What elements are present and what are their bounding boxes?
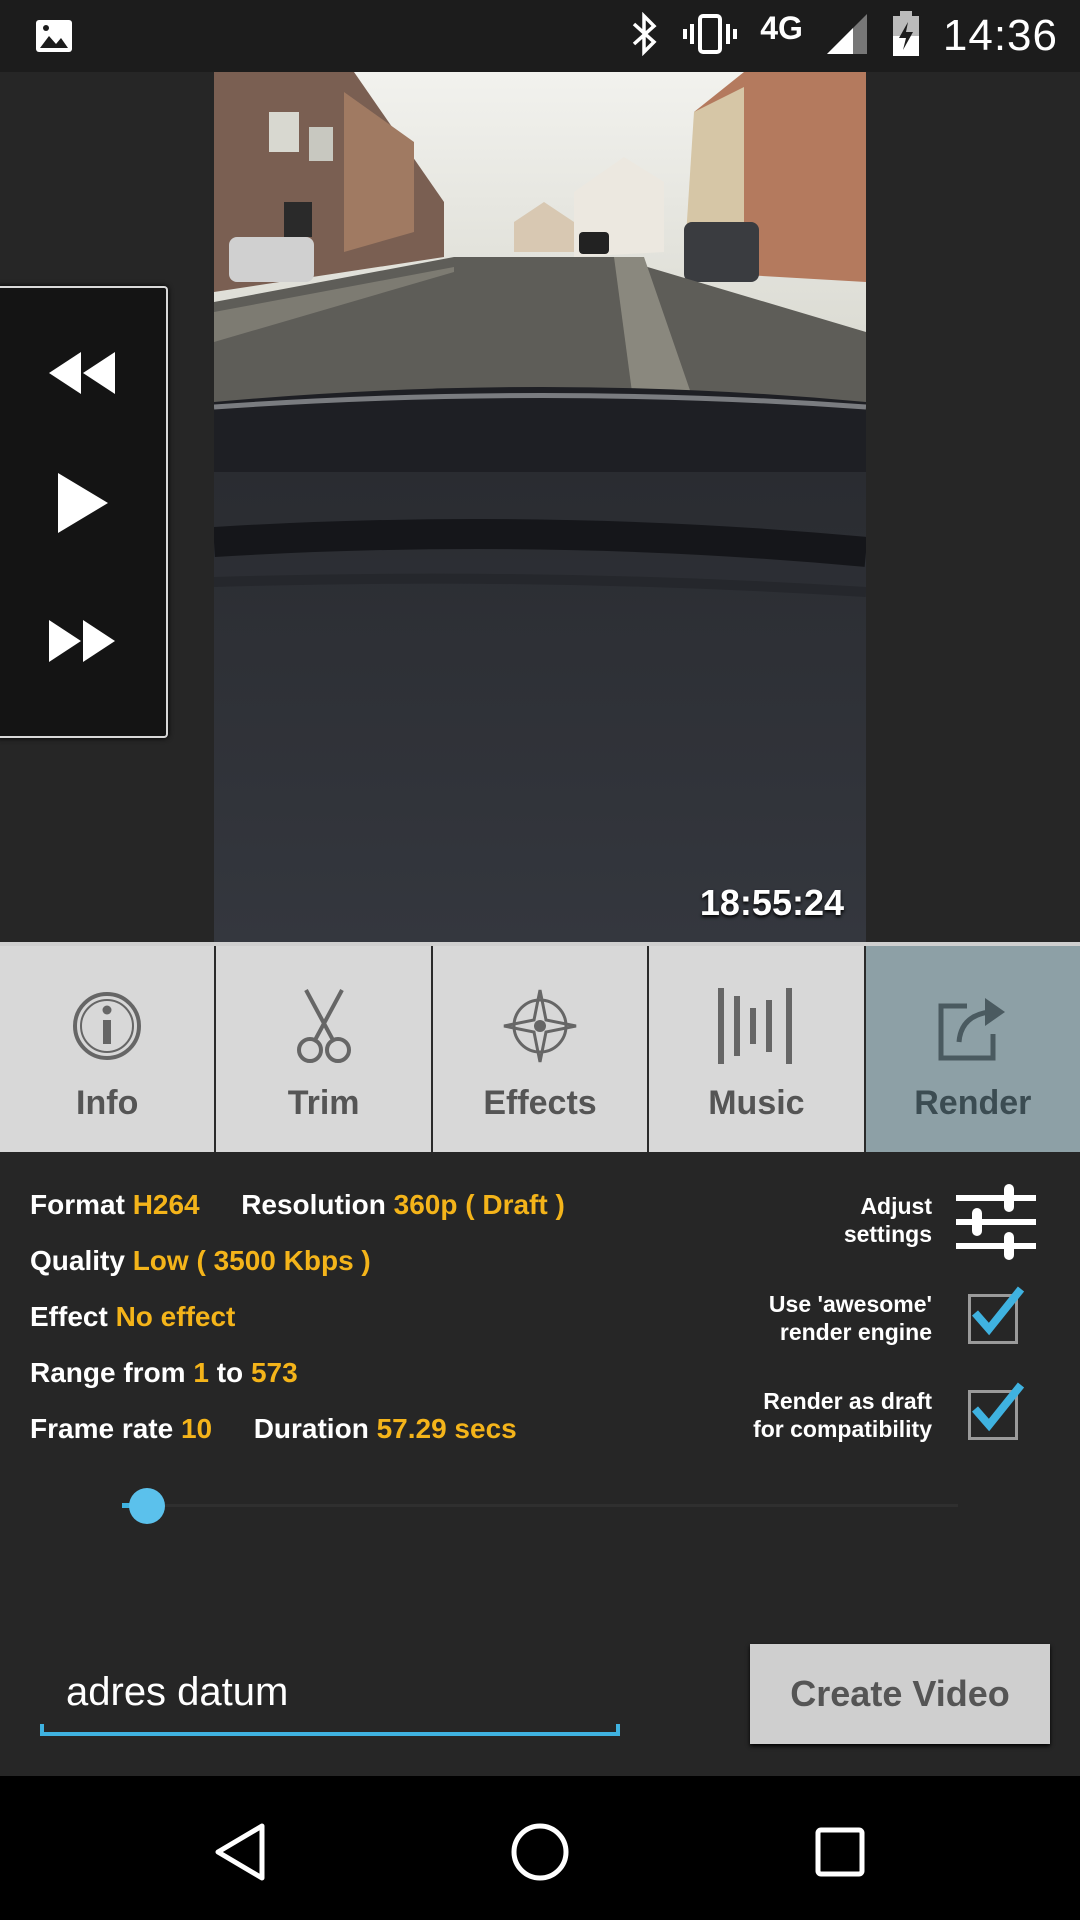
framerate-value: 10 [180,1413,213,1444]
tab-effects[interactable]: Effects [432,946,648,1152]
signal-icon [825,12,869,61]
sliders-icon [956,1184,1036,1260]
info-row-framerate: Frame rate 10 Duration 57.29 secs [30,1406,565,1462]
awesome-engine-checkbox[interactable] [968,1286,1025,1344]
tab-info[interactable]: Info [0,946,215,1152]
create-video-button[interactable]: Create Video [750,1644,1050,1744]
checkmark-icon [971,1286,1025,1336]
quality-value: Low ( 3500 Kbps ) [132,1245,371,1276]
tab-label: Music [708,1084,805,1122]
adjust-settings-button[interactable] [956,1182,1036,1260]
navigation-bar [0,1776,1080,1920]
input-underline [40,1724,620,1736]
info-row-range: Range from 1 to 573 [30,1350,565,1406]
seek-thumb[interactable] [129,1488,165,1524]
format-value: H264 [132,1189,200,1220]
effect-value: No effect [115,1301,236,1332]
format-label: Format [30,1189,125,1220]
checkmark-icon [971,1382,1025,1432]
share-icon [933,986,1013,1066]
info-row-format: Format H264 Resolution 360p ( Draft ) [30,1182,565,1238]
play-icon[interactable] [42,468,122,538]
draft-compat-label: Render as draft for compatibility [753,1387,932,1443]
seek-slider[interactable] [122,1488,958,1524]
music-bars-icon [716,986,796,1066]
render-draft-checkbox[interactable] [968,1382,1025,1440]
info-row-quality: Quality Low ( 3500 Kbps ) [30,1238,565,1294]
range-to-label: to [216,1357,244,1388]
duration-label: Duration [253,1413,369,1444]
recents-icon[interactable] [800,1812,880,1892]
effect-label: Effect [30,1301,108,1332]
quality-label: Quality [30,1245,125,1276]
battery-charging-icon [891,10,921,63]
framerate-label: Frame rate [30,1413,174,1444]
video-preview[interactable]: 18:55:24 [214,72,866,942]
awesome-engine-label: Use 'awesome' render engine [769,1290,932,1346]
info-icon [67,986,147,1066]
draft-line2: for compatibility [753,1416,932,1442]
video-area: 18:55:24 [0,72,1080,942]
seek-track [122,1504,958,1507]
awesome-line2: render engine [779,1319,932,1345]
tab-label: Effects [483,1084,597,1122]
video-timestamp: 18:55:24 [699,882,844,923]
adjust-line2: settings [843,1221,932,1247]
range-to: 573 [250,1357,298,1388]
info-row-effect: Effect No effect [30,1294,565,1350]
scissors-icon [284,986,364,1066]
draft-line1: Render as draft [763,1388,932,1414]
duration-value: 57.29 secs [376,1413,517,1444]
tab-render[interactable]: Render [865,946,1080,1152]
resolution-label: Resolution [241,1189,386,1220]
resolution-value: 360p ( Draft ) [393,1189,565,1220]
tab-bar: Info Trim Effects Music Render [0,946,1080,1152]
range-label: Range from [30,1357,186,1388]
playback-controls [0,286,168,738]
tab-label: Render [914,1084,1032,1122]
vibrate-icon [682,12,738,61]
range-from: 1 [193,1357,209,1388]
fast-forward-icon[interactable] [42,606,122,676]
effects-icon [500,986,580,1066]
home-icon[interactable] [500,1812,580,1892]
tab-music[interactable]: Music [649,946,864,1152]
adjust-line1: Adjust [860,1193,932,1219]
bluetooth-icon [628,11,660,61]
awesome-line1: Use 'awesome' [768,1291,932,1317]
tab-label: Info [76,1084,139,1122]
render-info: Format H264 Resolution 360p ( Draft ) Qu… [30,1182,565,1462]
rewind-icon[interactable] [42,338,122,408]
clock: 14:36 [942,11,1058,60]
tab-trim[interactable]: Trim [216,946,431,1152]
adjust-settings-label: Adjust settings [844,1192,932,1248]
status-bar: 4G 14:36 [0,0,1080,72]
network-type: 4G [760,9,803,46]
tab-label: Trim [287,1084,360,1122]
image-icon [34,16,74,61]
back-icon[interactable] [200,1812,280,1892]
